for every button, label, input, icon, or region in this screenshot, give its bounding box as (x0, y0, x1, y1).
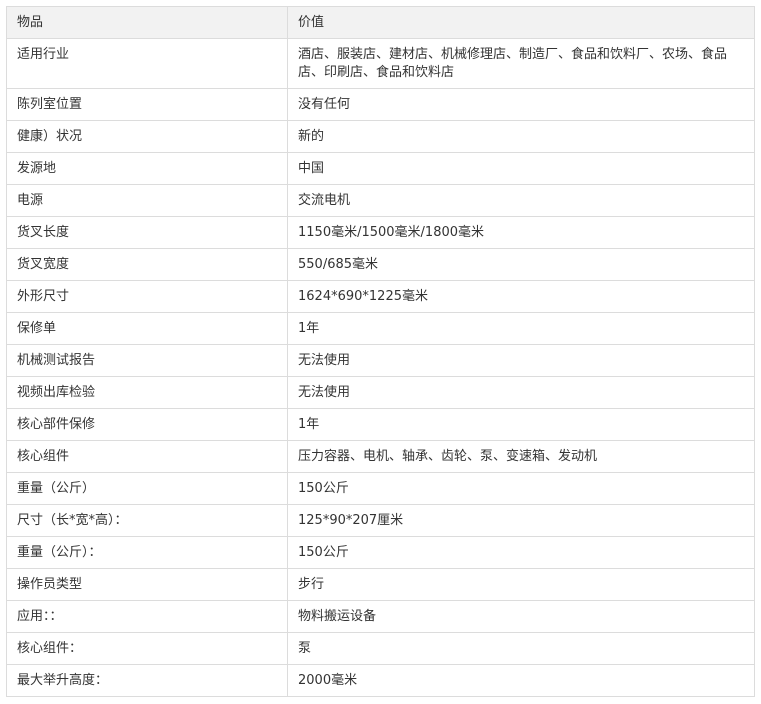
row-value: 新的 (287, 120, 755, 153)
table-body: 适用行业 酒店、服装店、建材店、机械修理店、制造厂、食品和饮料厂、农场、食品店、印… (6, 38, 755, 697)
row-value: 1年 (287, 312, 755, 345)
row-value: 2000毫米 (287, 664, 755, 697)
table-row: 陈列室位置 没有任何 (6, 88, 755, 121)
table-row: 健康）状况 新的 (6, 120, 755, 153)
row-label: 操作员类型 (6, 568, 288, 601)
row-label: 机械测试报告 (6, 344, 288, 377)
row-value: 泵 (287, 632, 755, 665)
row-label: 应用：： (6, 600, 288, 633)
header-value: 价值 (287, 6, 755, 39)
row-label: 适用行业 (6, 38, 288, 89)
row-label: 货叉宽度 (6, 248, 288, 281)
table-row: 适用行业 酒店、服装店、建材店、机械修理店、制造厂、食品和饮料厂、农场、食品店、印… (6, 38, 755, 89)
row-label: 陈列室位置 (6, 88, 288, 121)
header-row: 物品 价值 (6, 6, 755, 39)
row-value: 压力容器、电机、轴承、齿轮、泵、变速箱、发动机 (287, 440, 755, 473)
row-value: 物料搬运设备 (287, 600, 755, 633)
table-row: 核心组件：泵 (6, 632, 755, 665)
table-row: 最大举升高度： 2000毫米 (6, 664, 755, 697)
row-value: 交流电机 (287, 184, 755, 217)
spec-table: 物品 价值 适用行业 酒店、服装店、建材店、机械修理店、制造厂、食品和饮料厂、农场… (6, 6, 755, 697)
row-value: 1年 (287, 408, 755, 441)
row-value: 550/685毫米 (287, 248, 755, 281)
row-value: 中国 (287, 152, 755, 185)
row-value: 酒店、服装店、建材店、机械修理店、制造厂、食品和饮料厂、农场、食品店、印刷店、食… (287, 38, 755, 89)
row-value: 无法使用 (287, 344, 755, 377)
row-value: 150公斤 (287, 472, 755, 505)
row-label: 尺寸（长*宽*高）： (6, 504, 288, 537)
row-value: 150公斤 (287, 536, 755, 569)
table-row: 尺寸（长*宽*高）： 125*90*207厘米 (6, 504, 755, 537)
table-row: 发源地 中国 (6, 152, 755, 185)
table-header: 物品 价值 (6, 6, 755, 39)
row-label: 核心组件 (6, 440, 288, 473)
table-row: 外形尺寸 1624*690*1225毫米 (6, 280, 755, 313)
row-label: 重量（公斤） (6, 472, 288, 505)
table-row: 操作员类型 步行 (6, 568, 755, 601)
header-item: 物品 (6, 6, 288, 39)
table-row: 电源 交流电机 (6, 184, 755, 217)
table-row: 重量（公斤） 150公斤 (6, 472, 755, 505)
table-row: 视频出库检验 无法使用 (6, 376, 755, 409)
row-label: 电源 (6, 184, 288, 217)
table-row: 保修单 1年 (6, 312, 755, 345)
table-row: 机械测试报告 无法使用 (6, 344, 755, 377)
table-row: 货叉宽度 550/685毫米 (6, 248, 755, 281)
table-row: 核心组件 压力容器、电机、轴承、齿轮、泵、变速箱、发动机 (6, 440, 755, 473)
row-label: 货叉长度 (6, 216, 288, 249)
row-label: 外形尺寸 (6, 280, 288, 313)
row-label: 核心部件保修 (6, 408, 288, 441)
row-label: 核心组件： (6, 632, 288, 665)
row-label: 视频出库检验 (6, 376, 288, 409)
row-label: 最大举升高度： (6, 664, 288, 697)
table-row: 核心部件保修 1年 (6, 408, 755, 441)
row-value: 步行 (287, 568, 755, 601)
row-value: 1150毫米/1500毫米/1800毫米 (287, 216, 755, 249)
table-row: 重量（公斤）： 150公斤 (6, 536, 755, 569)
row-value: 没有任何 (287, 88, 755, 121)
row-label: 保修单 (6, 312, 288, 345)
row-value: 1624*690*1225毫米 (287, 280, 755, 313)
row-value: 125*90*207厘米 (287, 504, 755, 537)
row-label: 重量（公斤）： (6, 536, 288, 569)
table-row: 应用：： 物料搬运设备 (6, 600, 755, 633)
row-label: 发源地 (6, 152, 288, 185)
row-value: 无法使用 (287, 376, 755, 409)
spec-table-container: 物品 价值 适用行业 酒店、服装店、建材店、机械修理店、制造厂、食品和饮料厂、农场… (0, 0, 761, 697)
table-row: 货叉长度 1150毫米/1500毫米/1800毫米 (6, 216, 755, 249)
row-label: 健康）状况 (6, 120, 288, 153)
